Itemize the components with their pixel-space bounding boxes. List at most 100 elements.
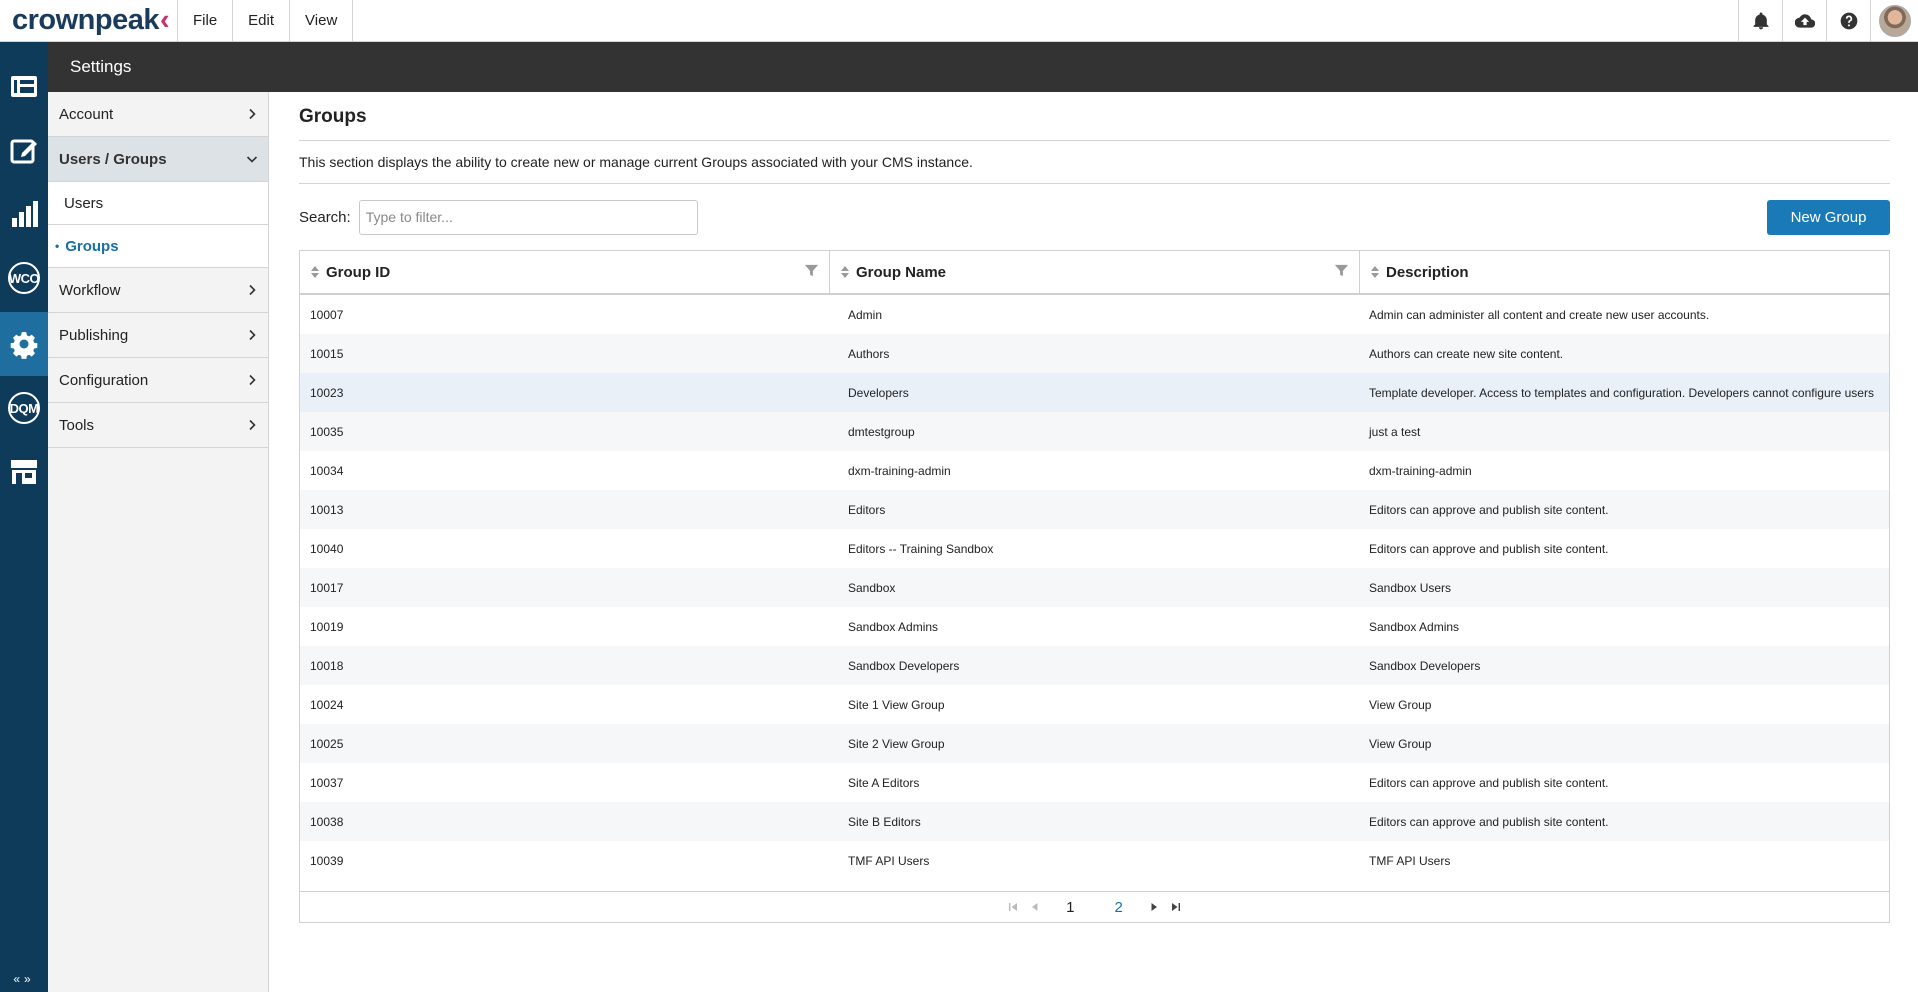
sidebar-item-account[interactable]: Account	[48, 92, 268, 137]
cell-group-id: 10018	[310, 658, 344, 673]
cell-description: Sandbox Users	[1369, 580, 1452, 595]
edit-content-nav-button[interactable]	[0, 118, 48, 182]
filter-icon[interactable]	[1334, 263, 1349, 278]
table-row[interactable]: 10023 Developers Template developer. Acces…	[300, 373, 1889, 412]
table-row[interactable]: 10025 Site 2 View Group View Group	[300, 724, 1889, 763]
cell-group-id: 10023	[310, 385, 344, 400]
page-number[interactable]: 2	[1115, 899, 1123, 916]
cell-group-id: 10035	[310, 424, 344, 439]
cell-group-name: TMF API Users	[848, 853, 930, 868]
dashboard-nav-button[interactable]	[0, 54, 48, 118]
cell-group-id: 10015	[310, 346, 344, 361]
table-row[interactable]: 10038 Site B Editors Editors can approve a…	[300, 802, 1889, 841]
store-nav-button[interactable]	[0, 440, 48, 504]
filter-icon[interactable]	[804, 263, 819, 278]
sidebar-item-label: Workflow	[59, 281, 121, 299]
collapse-rail-icon[interactable]: «»	[0, 972, 48, 986]
cell-group-id: 10039	[310, 853, 344, 868]
table-row[interactable]: 10039 TMF API Users TMF API Users	[300, 841, 1889, 880]
sort-icon	[841, 266, 849, 278]
search-row: Search: New Group	[299, 199, 1890, 235]
table-row[interactable]: 10017 Sandbox Sandbox Users	[300, 568, 1889, 607]
wco-nav-button[interactable]: WCO	[0, 246, 48, 310]
sidebar-item-label: Publishing	[59, 326, 129, 344]
table-row[interactable]: 10040 Editors -- Training Sandbox Editors …	[300, 529, 1889, 568]
cell-group-name: dmtestgroup	[848, 424, 915, 439]
cell-description: Sandbox Admins	[1369, 619, 1460, 634]
table-row[interactable]: 10035 dmtestgroup just a test	[300, 412, 1889, 451]
notifications-button[interactable]	[1738, 0, 1782, 41]
cell-group-name: Editors -- Training Sandbox	[848, 541, 994, 556]
sidebar-item-label: Account	[59, 105, 114, 123]
table-row[interactable]: 10019 Sandbox Admins Sandbox Admins	[300, 607, 1889, 646]
user-menu-button[interactable]	[1870, 0, 1918, 41]
sidebar-subitem-users[interactable]: Users	[48, 182, 268, 225]
cell-group-name: Developers	[848, 385, 909, 400]
cell-group-id: 10019	[310, 619, 344, 634]
sidebar-item-configuration[interactable]: Configuration	[48, 358, 268, 403]
cell-group-id: 10013	[310, 502, 344, 517]
avatar	[1878, 4, 1911, 37]
sort-icon	[311, 266, 319, 278]
cell-group-id: 10017	[310, 580, 344, 595]
cell-description: Editors can approve and publish site con…	[1369, 814, 1609, 829]
main-content: Groups This section displays the ability…	[299, 92, 1890, 923]
cell-group-id: 10024	[310, 697, 344, 712]
storefront-icon	[11, 460, 37, 484]
sidebar-item-label: Configuration	[59, 371, 149, 389]
table-row[interactable]: 10007 Admin Admin can administer all conte…	[300, 295, 1889, 334]
menu-edit[interactable]: Edit	[233, 0, 291, 41]
table-row[interactable]: 10024 Site 1 View Group View Group	[300, 685, 1889, 724]
menu-file[interactable]: File	[178, 0, 234, 41]
column-header-description[interactable]: Description	[1360, 251, 1889, 293]
cell-group-name: Site A Editors	[848, 775, 920, 790]
analytics-nav-button[interactable]	[0, 182, 48, 246]
page-number-current[interactable]: 1	[1066, 899, 1074, 916]
wco-icon: WCO	[8, 262, 40, 294]
sidebar-subitem-groups[interactable]: • Groups	[48, 225, 268, 268]
table-row[interactable]: 10037 Site A Editors Editors can approve a…	[300, 763, 1889, 802]
settings-header: Settings	[48, 42, 1918, 92]
bell-icon	[1753, 12, 1768, 29]
publish-upload-button[interactable]	[1782, 0, 1826, 41]
top-menu-bar: crownpeak ‹ File Edit View	[0, 0, 1918, 42]
cell-description: View Group	[1369, 697, 1432, 712]
previous-page-icon[interactable]	[1029, 901, 1041, 913]
menu-view[interactable]: View	[290, 0, 354, 41]
header-title: Settings	[70, 57, 132, 76]
search-input[interactable]	[358, 199, 698, 235]
cell-description: Sandbox Developers	[1369, 658, 1481, 673]
table-row[interactable]: 10013 Editors Editors can approve and publ…	[300, 490, 1889, 529]
table-row[interactable]: 10015 Authors Authors can create new site …	[300, 334, 1889, 373]
sidebar-item-workflow[interactable]: Workflow	[48, 268, 268, 313]
cell-group-name: Sandbox	[848, 580, 896, 595]
cell-description: Editors can approve and publish site con…	[1369, 541, 1609, 556]
sidebar-item-users-groups[interactable]: Users / Groups	[48, 137, 268, 182]
cell-description: Template developer. Access to templates …	[1369, 385, 1874, 400]
bar-chart-icon	[12, 201, 38, 227]
new-group-button[interactable]: New Group	[1767, 199, 1890, 235]
next-page-icon[interactable]	[1148, 901, 1160, 913]
table-row[interactable]: 10034 dxm-training-admin dxm-training-admi…	[300, 451, 1889, 490]
cell-group-name: Site B Editors	[848, 814, 921, 829]
sidebar-item-tools[interactable]: Tools	[48, 403, 268, 448]
help-button[interactable]	[1826, 0, 1870, 41]
dqm-nav-button[interactable]: DQM	[0, 376, 48, 440]
dqm-icon: DQM	[8, 392, 40, 424]
column-header-label: Group Name	[856, 263, 947, 281]
chevron-right-icon	[249, 108, 256, 120]
column-header-group-name[interactable]: Group Name	[830, 251, 1360, 293]
left-nav-rail: WCO DQM «»	[0, 42, 48, 992]
chevron-right-icon	[249, 419, 256, 431]
last-page-icon[interactable]	[1170, 901, 1182, 913]
table-row[interactable]: 10018 Sandbox Developers Sandbox Developer…	[300, 646, 1889, 685]
first-page-icon[interactable]	[1007, 901, 1019, 913]
settings-nav-button[interactable]	[0, 312, 48, 376]
cell-group-name: Authors	[848, 346, 890, 361]
cell-group-name: Site 2 View Group	[848, 736, 945, 751]
sidebar-item-publishing[interactable]: Publishing	[48, 313, 268, 358]
column-header-group-id[interactable]: Group ID	[300, 251, 830, 293]
groups-table: Group ID Group Name Description 10007 Adm…	[299, 250, 1890, 923]
crownpeak-logo[interactable]: crownpeak ‹	[0, 0, 178, 41]
cell-description: just a test	[1369, 424, 1421, 439]
